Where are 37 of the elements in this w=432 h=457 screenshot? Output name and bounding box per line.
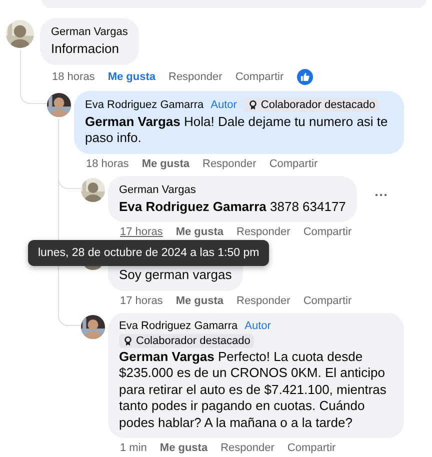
reply-link[interactable]: Responder <box>220 442 274 454</box>
author-name[interactable]: Eva Rodriguez Gamarra <box>119 318 238 332</box>
contributor-badge: Colaborador destacado <box>119 334 254 348</box>
reply-link[interactable]: Responder <box>202 158 256 170</box>
author-label: Autor <box>210 98 238 112</box>
comment-text: Eva Rodriguez Gamarra 3878 634177 <box>119 198 346 215</box>
comment-time[interactable]: 18 horas <box>86 158 129 170</box>
comment-time[interactable]: 17 horas <box>120 294 163 306</box>
share-link[interactable]: Compartir <box>303 294 352 306</box>
comment-text: German Vargas Hola! Dale dejame tu numero asi te paso info. <box>85 114 389 146</box>
comment-text: Soy german vargas <box>119 267 232 284</box>
like-link[interactable]: Me gusta <box>176 294 224 306</box>
comment-text: Informacion <box>51 41 120 58</box>
share-link[interactable]: Compartir <box>235 70 284 82</box>
reply-link[interactable]: Responder <box>168 70 222 82</box>
share-link[interactable]: Compartir <box>269 158 318 170</box>
reply-link[interactable]: Responder <box>236 226 290 238</box>
author-name[interactable]: German Vargas <box>119 182 196 196</box>
author-name[interactable]: Eva Rodriguez Gamarra <box>85 98 204 112</box>
contributor-badge: Colaborador destacado <box>244 98 380 112</box>
medal-icon <box>123 336 133 346</box>
author-name[interactable]: German Vargas <box>51 25 128 39</box>
comment-time[interactable]: 1 min <box>120 442 147 454</box>
share-link[interactable]: Compartir <box>287 442 336 454</box>
medal-icon <box>248 100 258 110</box>
like-link[interactable]: Me gusta <box>160 442 208 454</box>
like-link[interactable]: Me gusta <box>142 158 190 170</box>
author-label: Autor <box>244 318 272 332</box>
like-link[interactable]: Me gusta <box>108 70 156 82</box>
comment-time[interactable]: 17 horas <box>120 226 163 238</box>
comment-text: German Vargas Perfecto! La cuota desde $235.000 es de un CRONOS 0KM. El anticipo para retirar el auto es de $7.421.100, mientras tanto podes ir pagando en cuotas. Cuándo podes hablar? A la mañana o a la tarde? <box>119 348 388 431</box>
reply-link[interactable]: Responder <box>236 294 290 306</box>
timestamp-tooltip: lunes, 28 de octubre de 2024 a las 1:50 pm <box>28 240 270 266</box>
like-link[interactable]: Me gusta <box>176 226 224 238</box>
share-link[interactable]: Compartir <box>303 226 352 238</box>
more-icon[interactable] <box>374 192 387 197</box>
comment-time[interactable]: 18 horas <box>52 70 95 82</box>
